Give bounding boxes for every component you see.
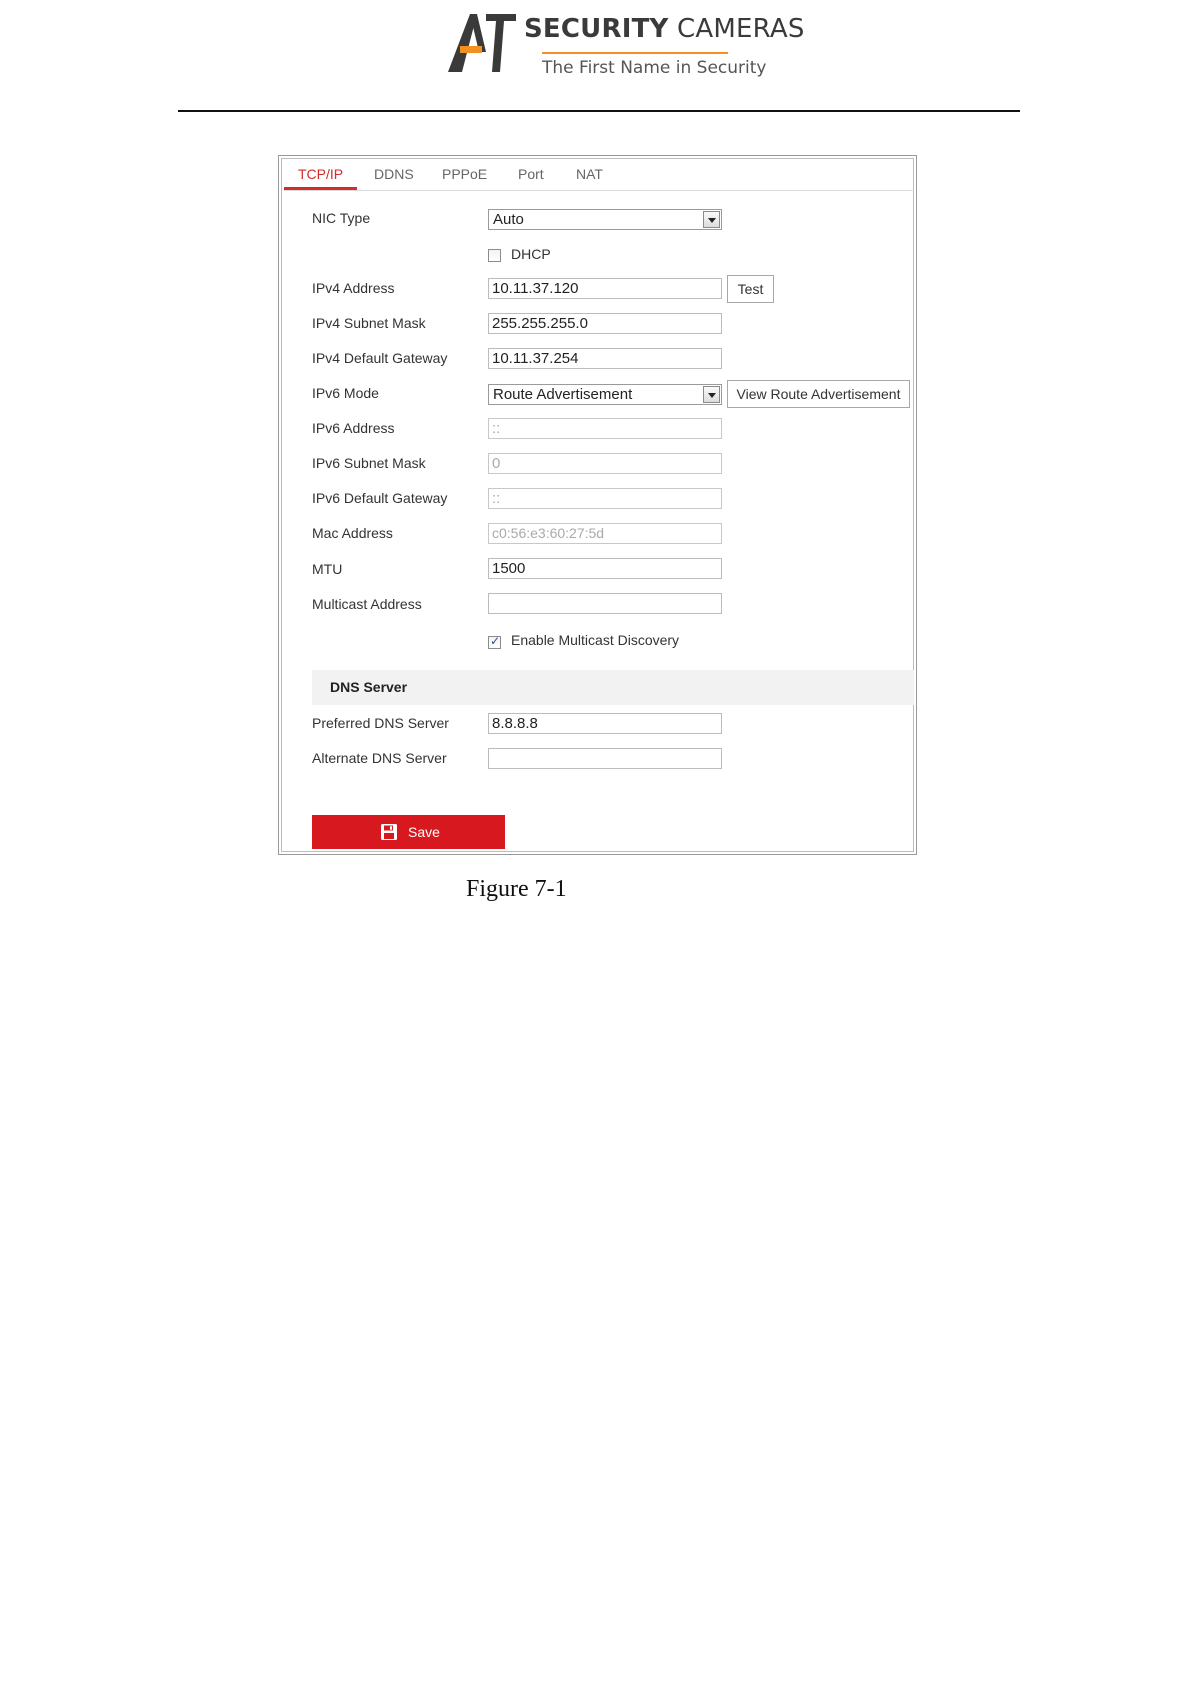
logo-title-light: CAMERAS [677,14,805,44]
dhcp-label: DHCP [511,246,551,262]
chevron-down-icon[interactable] [703,386,720,403]
ipv6-address-label: IPv6 Address [312,420,395,436]
tab-ddns[interactable]: DDNS [374,166,414,182]
test-button[interactable]: Test [727,275,774,303]
ipv4-subnet-label: IPv4 Subnet Mask [312,315,426,331]
figure-caption: Figure 7-1 [466,876,567,902]
logo-title: SECURITY CAMERAS [524,14,805,44]
ipv6-address-input[interactable]: :: [488,418,722,439]
alternate-dns-label: Alternate DNS Server [312,750,447,766]
active-tab-indicator [284,187,357,190]
ipv6-subnet-label: IPv6 Subnet Mask [312,455,426,471]
mac-address-label: Mac Address [312,525,393,541]
a1-logo-mark-icon [448,14,516,72]
ipv6-gateway-input[interactable]: :: [488,488,722,509]
tab-nat[interactable]: NAT [576,166,603,182]
ipv4-gateway-input[interactable]: 10.11.37.254 [488,348,722,369]
tab-port[interactable]: Port [518,166,544,182]
dns-section-header: DNS Server [312,670,914,705]
multicast-discovery-label: Enable Multicast Discovery [511,632,680,648]
tab-pppoe[interactable]: PPPoE [442,166,487,182]
save-icon [381,824,397,840]
header-divider [178,110,1020,112]
chevron-down-icon[interactable] [703,211,720,228]
nic-type-select[interactable]: Auto [488,209,722,230]
logo-title-bold: SECURITY [524,14,669,44]
preferred-dns-input[interactable]: 8.8.8.8 [488,713,722,734]
ipv6-subnet-input[interactable]: 0 [488,453,722,474]
mtu-label: MTU [312,561,343,577]
dns-section-title: DNS Server [330,679,408,695]
view-route-advertisement-button[interactable]: View Route Advertisement [727,380,910,408]
multicast-address-label: Multicast Address [312,596,422,612]
ipv4-address-input[interactable]: 10.11.37.120 [488,278,722,299]
ipv6-mode-label: IPv6 Mode [312,385,379,401]
ipv4-address-label: IPv4 Address [312,280,395,296]
ipv4-gateway-label: IPv4 Default Gateway [312,350,448,366]
save-button-label: Save [408,824,440,840]
dhcp-checkbox[interactable] [488,249,501,262]
logo-accent-rule [542,52,728,54]
tab-bar: TCP/IP DDNS PPPoE Port NAT [284,158,914,191]
preferred-dns-label: Preferred DNS Server [312,715,449,731]
multicast-discovery-checkbox[interactable] [488,634,501,649]
ipv4-subnet-input[interactable]: 255.255.255.0 [488,313,722,334]
mac-address-input: c0:56:e3:60:27:5d [488,523,722,544]
nic-type-value: Auto [493,211,524,228]
tab-tcpip[interactable]: TCP/IP [298,166,343,182]
alternate-dns-input[interactable] [488,748,722,769]
ipv6-mode-value: Route Advertisement [493,386,633,403]
ipv6-mode-select[interactable]: Route Advertisement [488,384,722,405]
mtu-input[interactable]: 1500 [488,558,722,579]
nic-type-label: NIC Type [312,210,371,226]
save-button[interactable]: Save [312,815,505,849]
multicast-address-input[interactable] [488,593,722,614]
logo-tagline: The First Name in Security [542,58,767,78]
brand-logo: SECURITY CAMERAS The First Name in Secur… [446,12,804,78]
ipv6-gateway-label: IPv6 Default Gateway [312,490,448,506]
